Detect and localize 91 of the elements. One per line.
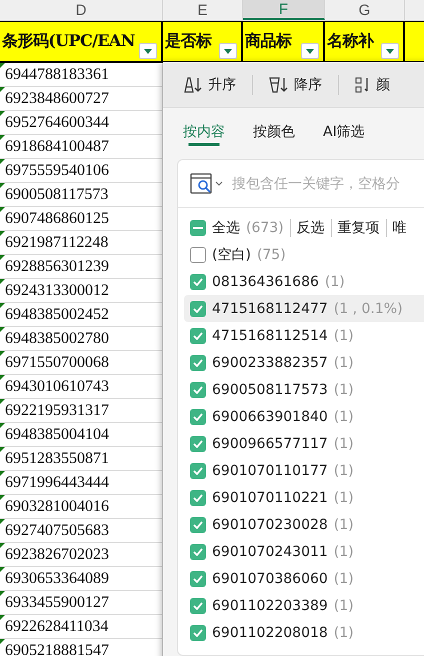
item-count: (1): [334, 462, 354, 478]
filter-dropdown[interactable]: [301, 43, 319, 59]
item-count: (1): [334, 624, 354, 640]
item-label: 6900966577117: [212, 436, 328, 452]
item-label: 6901070243011: [212, 544, 328, 560]
column-header[interactable]: D: [0, 0, 163, 20]
item-count: (673): [246, 220, 284, 236]
filter-item[interactable]: 4715168112514 (1): [184, 322, 424, 349]
triangle-icon: [144, 48, 152, 54]
checkbox[interactable]: [190, 220, 206, 236]
filter-item[interactable]: 6900663901840 (1): [184, 403, 424, 430]
tab[interactable]: 按内容: [183, 122, 225, 146]
item-label: 6900233882357: [212, 354, 328, 370]
item-label: 6901102203389: [212, 598, 328, 614]
item-label: 6900508117573: [212, 382, 328, 398]
filter-item[interactable]: 081364361686 (1): [184, 268, 424, 295]
checkbox[interactable]: [190, 274, 206, 290]
filter-item[interactable]: 6901070110221 (1): [184, 484, 424, 511]
item-count: (75): [256, 246, 286, 262]
column-header[interactable]: F: [243, 0, 325, 20]
filter-item[interactable]: (空白) (75): [184, 241, 424, 268]
item-count: (1): [324, 274, 345, 290]
filter-dropdown[interactable]: [381, 43, 399, 59]
checkbox[interactable]: [190, 436, 206, 452]
checkbox[interactable]: [190, 598, 206, 614]
item-count: (1): [334, 354, 354, 370]
triangle-icon: [386, 48, 394, 54]
item-label: 6901070110221: [212, 490, 328, 506]
filter-item[interactable]: 6901070386060 (1): [184, 565, 424, 592]
header-cell-text: 条形码(UPC/EAN: [1, 31, 135, 52]
item-label: 全选: [212, 218, 240, 236]
triangle-icon: [224, 48, 232, 54]
filter-action-link[interactable]: 重复项: [330, 218, 380, 236]
checkbox[interactable]: [190, 624, 206, 640]
item-label: 081364361686: [212, 274, 319, 290]
item-count: (1 , 0.1%): [334, 300, 403, 316]
item-count: (1): [334, 408, 354, 424]
item-label: 6900663901840: [212, 408, 328, 424]
header-cell-text: 是否标: [164, 31, 212, 52]
sort-button[interactable]: 颜: [353, 74, 392, 96]
triangle-icon: [306, 48, 314, 54]
filter-dropdown[interactable]: [139, 43, 157, 59]
checkbox[interactable]: [190, 300, 206, 316]
filter-item[interactable]: 6900233882357 (1): [184, 349, 424, 376]
column-header[interactable]: G: [325, 0, 405, 20]
filter-item[interactable]: 6900508117573 (1): [184, 376, 424, 403]
item-label: 6901070386060: [212, 570, 328, 586]
item-count: (1): [334, 516, 354, 532]
item-count: (1): [334, 598, 354, 614]
filter-item[interactable]: 6901102208018 (1): [184, 619, 424, 646]
checkbox[interactable]: [190, 382, 206, 398]
item-count: (1): [334, 382, 354, 398]
item-count: (1): [334, 490, 354, 506]
item-count: (1): [334, 436, 354, 452]
checkbox[interactable]: [190, 570, 206, 586]
item-label: 6901070230028: [212, 516, 328, 532]
sort-ascending-icon: [183, 76, 203, 94]
filter-item[interactable]: 6901070110177 (1): [184, 457, 424, 484]
checkbox[interactable]: [190, 516, 206, 532]
item-label: 4715168112477: [212, 300, 328, 316]
sort-descending-icon: [269, 76, 289, 94]
filter-item[interactable]: 6901070243011 (1): [184, 538, 424, 565]
checkbox[interactable]: [190, 462, 206, 478]
item-label: 6901102208018: [212, 624, 328, 640]
header-cell-text: 商品标: [244, 31, 292, 52]
filter-dropdown[interactable]: [219, 43, 237, 59]
item-count: (1): [334, 328, 354, 344]
checkbox[interactable]: [190, 408, 206, 424]
filter-item[interactable]: 4715168112477 (1 , 0.1%): [184, 295, 424, 322]
item-label: (空白): [212, 246, 251, 264]
search-field[interactable]: 搜包含任一关键字，空格分: [230, 174, 424, 192]
checkbox[interactable]: [190, 354, 206, 370]
filter-action-link[interactable]: 唯: [386, 218, 407, 236]
sort-button[interactable]: 升序: [181, 74, 238, 96]
filter-action-link[interactable]: 反选: [290, 218, 325, 236]
filter-item[interactable]: 6901102203389 (1): [184, 592, 424, 619]
item-label: 4715168112514: [212, 328, 328, 344]
tab[interactable]: AI筛选: [323, 122, 365, 146]
header-cell-text: 名称补: [326, 31, 374, 52]
item-count: (1): [334, 570, 354, 586]
filter-item[interactable]: 6900966577117 (1): [184, 430, 424, 457]
checkbox[interactable]: [190, 246, 206, 262]
checkbox[interactable]: [190, 544, 206, 560]
checkbox[interactable]: [190, 328, 206, 344]
search-icon[interactable]: [190, 172, 224, 194]
item-count: (1): [334, 544, 354, 560]
checkbox[interactable]: [190, 490, 206, 506]
filter-item[interactable]: 6901070230028 (1): [184, 511, 424, 538]
sort-button[interactable]: 降序: [267, 74, 324, 96]
item-label: 6901070110177: [212, 462, 328, 478]
tab[interactable]: 按颜色: [253, 122, 295, 146]
